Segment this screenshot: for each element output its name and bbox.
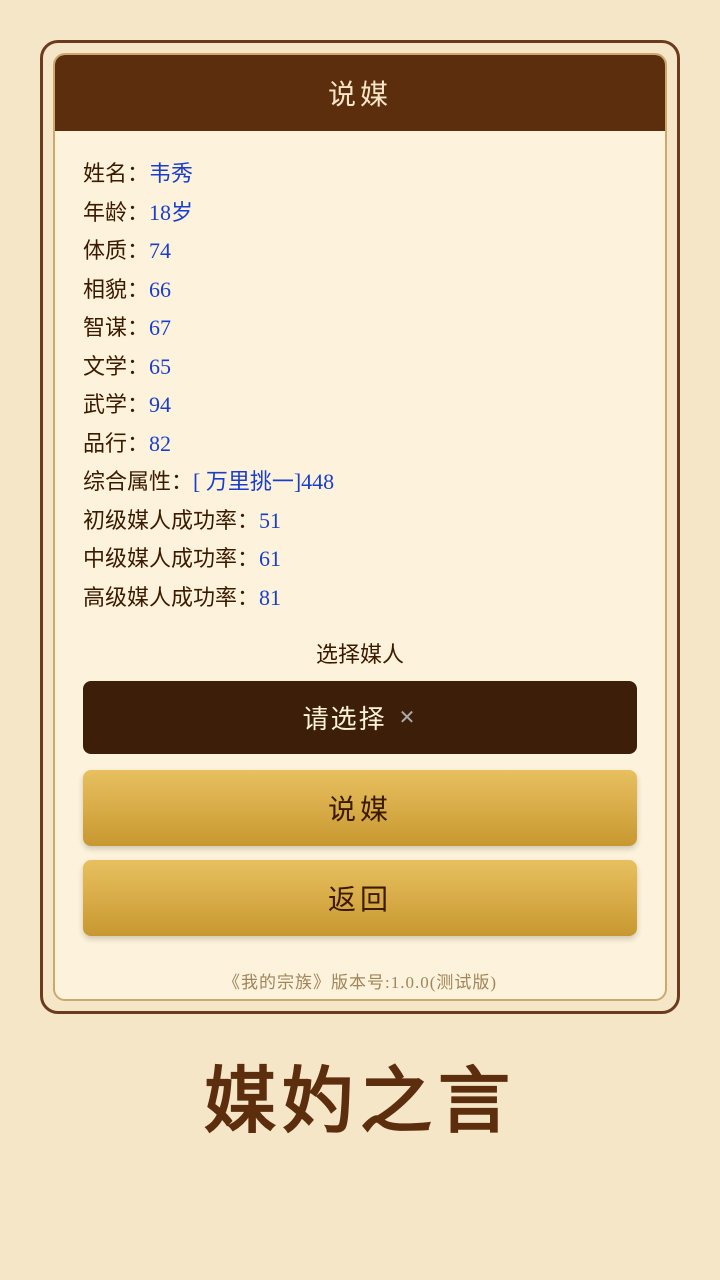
mid-rate-row: 中级媒人成功率：61 xyxy=(83,540,637,579)
select-matchmaker-label: 选择媒人 xyxy=(83,637,637,669)
mid-rate-value: 61 xyxy=(259,546,281,571)
dialog-title: 说媒 xyxy=(55,55,665,131)
chevron-down-icon: ✕ xyxy=(399,705,418,730)
mid-rate-label: 中级媒人成功率： xyxy=(83,546,259,571)
constitution-label: 体质： xyxy=(83,238,149,263)
literature-value: 65 xyxy=(149,354,171,379)
high-rate-row: 高级媒人成功率：81 xyxy=(83,579,637,618)
conduct-label: 品行： xyxy=(83,431,149,456)
appearance-label: 相貌： xyxy=(83,277,149,302)
constitution-row: 体质：74 xyxy=(83,232,637,271)
back-button[interactable]: 返回 xyxy=(83,860,637,936)
constitution-value: 74 xyxy=(149,238,171,263)
bottom-title: 媒妁之言 xyxy=(204,1042,516,1147)
composite-tag: [ 万里挑一] xyxy=(193,469,301,494)
high-rate-label: 高级媒人成功率： xyxy=(83,585,259,610)
martial-value: 94 xyxy=(149,392,171,417)
dropdown-text: 请选择 xyxy=(303,699,387,736)
basic-rate-row: 初级媒人成功率：51 xyxy=(83,502,637,541)
basic-rate-value: 51 xyxy=(259,508,281,533)
age-value: 18岁 xyxy=(149,200,193,225)
name-row: 姓名：韦秀 xyxy=(83,155,637,194)
high-rate-value: 81 xyxy=(259,585,281,610)
intelligence-label: 智谋： xyxy=(83,315,149,340)
age-row: 年龄：18岁 xyxy=(83,194,637,233)
composite-row: 综合属性：[ 万里挑一]448 xyxy=(83,463,637,502)
matchmaker-button[interactable]: 说媒 xyxy=(83,770,637,846)
intelligence-row: 智谋：67 xyxy=(83,309,637,348)
age-label: 年龄： xyxy=(83,200,149,225)
character-info: 姓名：韦秀 年龄：18岁 体质：74 相貌：66 智谋：67 文学：65 xyxy=(83,155,637,617)
literature-label: 文学： xyxy=(83,354,149,379)
intelligence-value: 67 xyxy=(149,315,171,340)
version-text: 《我的宗族》版本号:1.0.0(测试版) xyxy=(55,956,665,999)
appearance-value: 66 xyxy=(149,277,171,302)
martial-label: 武学： xyxy=(83,392,149,417)
martial-row: 武学：94 xyxy=(83,386,637,425)
appearance-row: 相貌：66 xyxy=(83,271,637,310)
basic-rate-label: 初级媒人成功率： xyxy=(83,508,259,533)
literature-row: 文学：65 xyxy=(83,348,637,387)
conduct-value: 82 xyxy=(149,431,171,456)
conduct-row: 品行：82 xyxy=(83,425,637,464)
name-value: 韦秀 xyxy=(149,161,193,186)
composite-label: 综合属性： xyxy=(83,469,193,494)
composite-value: 448 xyxy=(301,469,334,494)
matchmaker-dropdown[interactable]: 请选择 ✕ xyxy=(83,681,637,754)
name-label: 姓名： xyxy=(83,161,149,186)
